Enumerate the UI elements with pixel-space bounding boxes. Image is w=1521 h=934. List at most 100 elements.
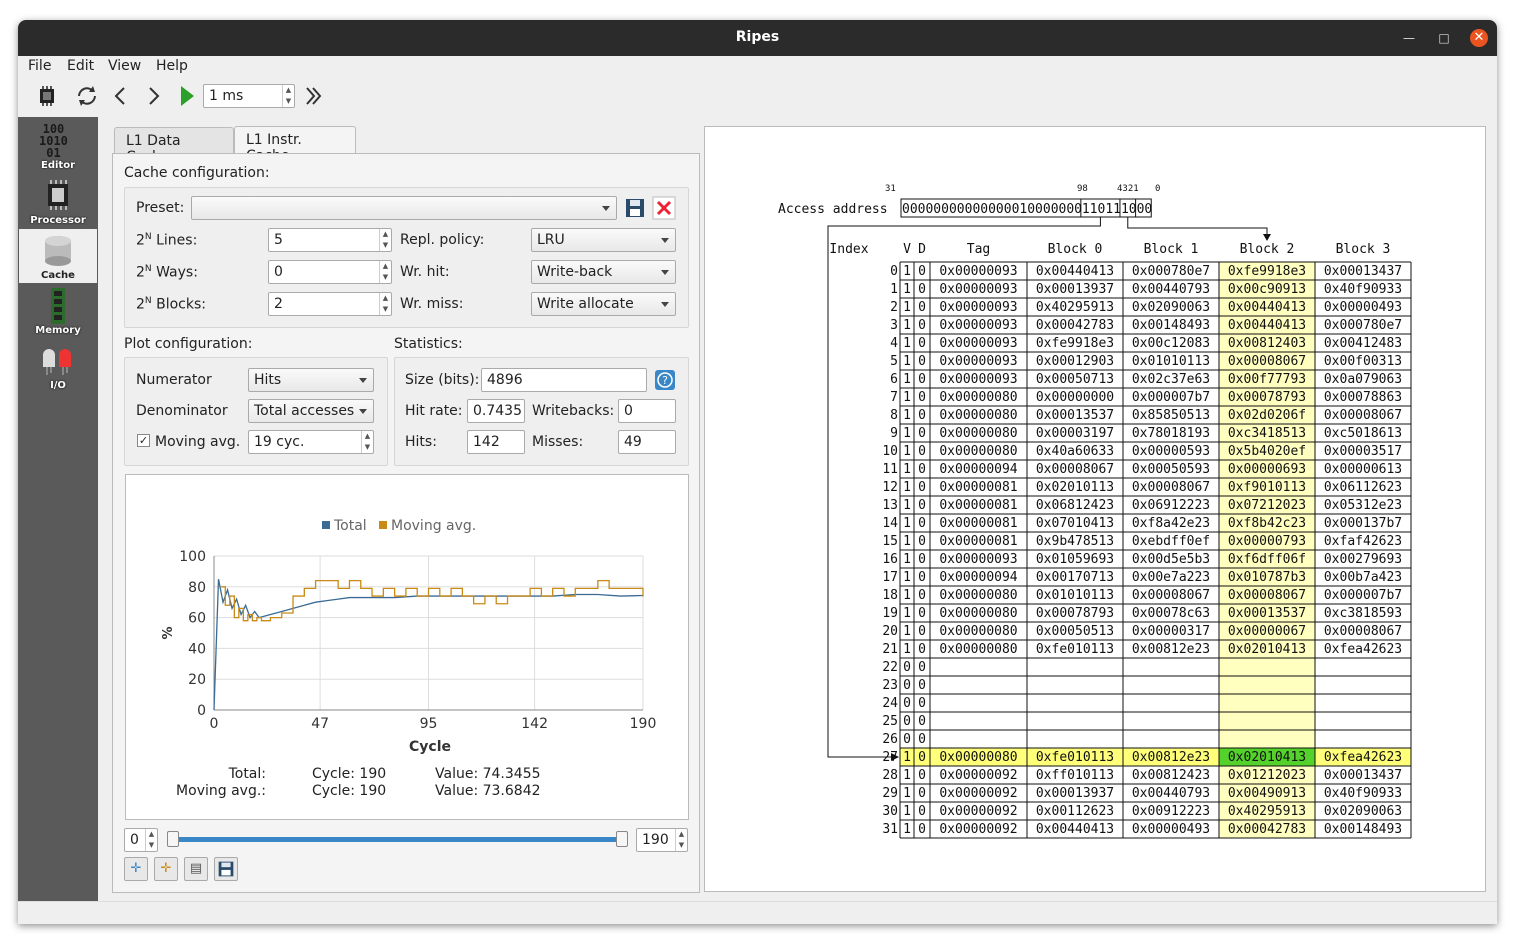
run-icon[interactable] (174, 83, 200, 109)
dirty-bit: 0 (918, 588, 926, 603)
denominator-label: Denominator (136, 403, 228, 419)
dirty-bit: 0 (918, 390, 926, 405)
moving-avg-checkbox[interactable]: ✓ (137, 434, 150, 447)
bit-position-label: 0 (1155, 184, 1160, 194)
app-window: Ripes — □ ✕ File Edit View Help 1 ms ▲ ▼ 1… (18, 20, 1497, 924)
block-cell: 0x01059693 (1036, 552, 1114, 567)
lines-spinbox[interactable]: 5 ▲ ▼ (268, 228, 392, 252)
maximize-icon[interactable]: □ (1435, 29, 1453, 47)
denominator-combo[interactable]: Total accesses (248, 399, 374, 423)
sidebar-item-editor[interactable]: 100 1010 01 Editor (19, 119, 97, 173)
range-slider-max-handle[interactable] (616, 831, 628, 847)
misses-field[interactable]: 49 (618, 430, 676, 454)
sidebar-item-memory[interactable]: Memory (19, 284, 97, 338)
title-bar: Ripes — □ ✕ (18, 20, 1497, 56)
speed-spinbox[interactable]: 1 ms ▲ ▼ (203, 84, 295, 108)
valid-bit: 1 (903, 552, 911, 567)
wr-hit-combo[interactable]: Write-back (531, 260, 676, 284)
step-icon[interactable] (140, 83, 166, 109)
column-header: Tag (967, 242, 990, 257)
menu-help[interactable]: Help (156, 58, 188, 74)
reset-icon[interactable] (74, 83, 100, 109)
tag-cell: 0x00000093 (939, 264, 1017, 279)
row-index: 15 (882, 534, 898, 549)
blocks-spinbox[interactable]: 2 ▲ ▼ (268, 292, 392, 316)
block-cell: 0x00c12083 (1132, 336, 1210, 351)
menu-edit[interactable]: Edit (67, 58, 94, 74)
block-cell: 0x01010113 (1036, 588, 1114, 603)
block-cell: 0x00013937 (1036, 786, 1114, 801)
row-index: 16 (882, 552, 898, 567)
hits-field[interactable]: 142 (467, 430, 525, 454)
hit-rate-chart[interactable]: 0 20 40 60 80 100 0 47 95 142 190 Cycle% Total Moving… (125, 474, 689, 820)
spin-arrows-icon[interactable]: ▲ ▼ (282, 85, 294, 107)
valid-bit: 1 (903, 750, 911, 765)
remove-preset-icon[interactable] (652, 196, 676, 220)
save-image-icon[interactable] (214, 857, 238, 881)
fast-forward-icon[interactable] (301, 83, 327, 109)
address-index-bits: 11011 (1082, 202, 1121, 217)
hit-rate-field[interactable]: 0.7435 (467, 399, 525, 423)
lines-label-text: Lines: (156, 232, 198, 249)
dirty-bit: 0 (918, 444, 926, 459)
spin-arrows-icon[interactable]: ▲ ▼ (379, 293, 391, 315)
sidebar-item-cache[interactable]: Cache (19, 229, 97, 283)
range-min-spinbox[interactable]: 0 ▲ ▼ (124, 828, 158, 852)
menu-view[interactable]: View (108, 58, 141, 74)
spin-arrows-icon[interactable]: ▲ ▼ (361, 431, 373, 453)
close-icon[interactable]: ✕ (1470, 29, 1488, 47)
column-header: Index (829, 242, 868, 257)
dirty-bit: 0 (918, 552, 926, 567)
block-cell: 0x00050593 (1132, 462, 1210, 477)
x-tick-label: 0 (210, 716, 219, 732)
row-index: 4 (890, 336, 898, 351)
preset-combo[interactable] (191, 196, 617, 220)
crosshair-avg-icon[interactable]: ✛ (154, 857, 178, 881)
readout-avg-label: Moving avg.: (176, 783, 266, 799)
save-preset-icon[interactable] (623, 196, 647, 220)
moving-avg-spinbox[interactable]: 19 cyc. ▲ ▼ (248, 430, 374, 454)
sidebar-item-processor[interactable]: Processor (19, 174, 97, 228)
menu-file[interactable]: File (28, 58, 51, 74)
minimize-icon[interactable]: — (1400, 29, 1418, 47)
tag-cell: 0x00000080 (939, 408, 1017, 423)
writebacks-field[interactable]: 0 (618, 399, 676, 423)
tag-cell: 0x00000080 (939, 588, 1017, 603)
bit-position-label: 98 (1077, 184, 1088, 194)
tab-l1-instr-cache[interactable]: L1 Instr. Cache (234, 126, 356, 164)
spin-arrows-icon[interactable]: ▲ ▼ (379, 261, 391, 283)
block-cell: 0x00279693 (1324, 552, 1402, 567)
block-cell: 0xf8b42c23 (1228, 516, 1306, 531)
spin-arrows-icon[interactable]: ▲ ▼ (379, 229, 391, 251)
repl-policy-combo[interactable]: LRU (531, 228, 676, 252)
range-max-spinbox[interactable]: 190 ▲ ▼ (636, 828, 688, 852)
valid-bit: 1 (903, 768, 911, 783)
sidebar-item-io[interactable]: I/O (19, 339, 97, 393)
dirty-bit: 0 (918, 732, 926, 747)
range-slider-track[interactable] (170, 837, 622, 842)
spin-arrows-icon[interactable]: ▲ ▼ (675, 829, 687, 851)
row-index: 21 (882, 642, 898, 657)
ways-spinbox[interactable]: 0 ▲ ▼ (268, 260, 392, 284)
help-icon[interactable]: ? (654, 369, 676, 391)
crosshair-total-icon[interactable]: ✛ (124, 857, 148, 881)
wr-miss-combo[interactable]: Write allocate (531, 292, 676, 316)
x-tick-label: 95 (420, 716, 438, 732)
spin-arrows-icon[interactable]: ▲ ▼ (145, 829, 157, 851)
select-processor-icon[interactable] (34, 83, 60, 109)
tab-l1-data-cache[interactable]: L1 Data Cache (114, 127, 234, 165)
chevron-down-icon (359, 409, 367, 414)
block-cell: 0x01212023 (1228, 768, 1306, 783)
block-cell: 0x02010113 (1036, 480, 1114, 495)
numerator-combo[interactable]: Hits (248, 368, 374, 392)
row-index: 7 (890, 390, 898, 405)
valid-bit: 1 (903, 462, 911, 477)
block-arrow-head (1263, 234, 1271, 241)
row-index: 29 (882, 786, 898, 801)
copy-data-icon[interactable]: ▤ (184, 857, 208, 881)
size-field[interactable]: 4896 (481, 368, 647, 392)
block-cell: 0x00440413 (1228, 318, 1306, 333)
range-slider-min-handle[interactable] (167, 831, 179, 847)
dirty-bit: 0 (918, 480, 926, 495)
reverse-icon[interactable] (108, 83, 134, 109)
